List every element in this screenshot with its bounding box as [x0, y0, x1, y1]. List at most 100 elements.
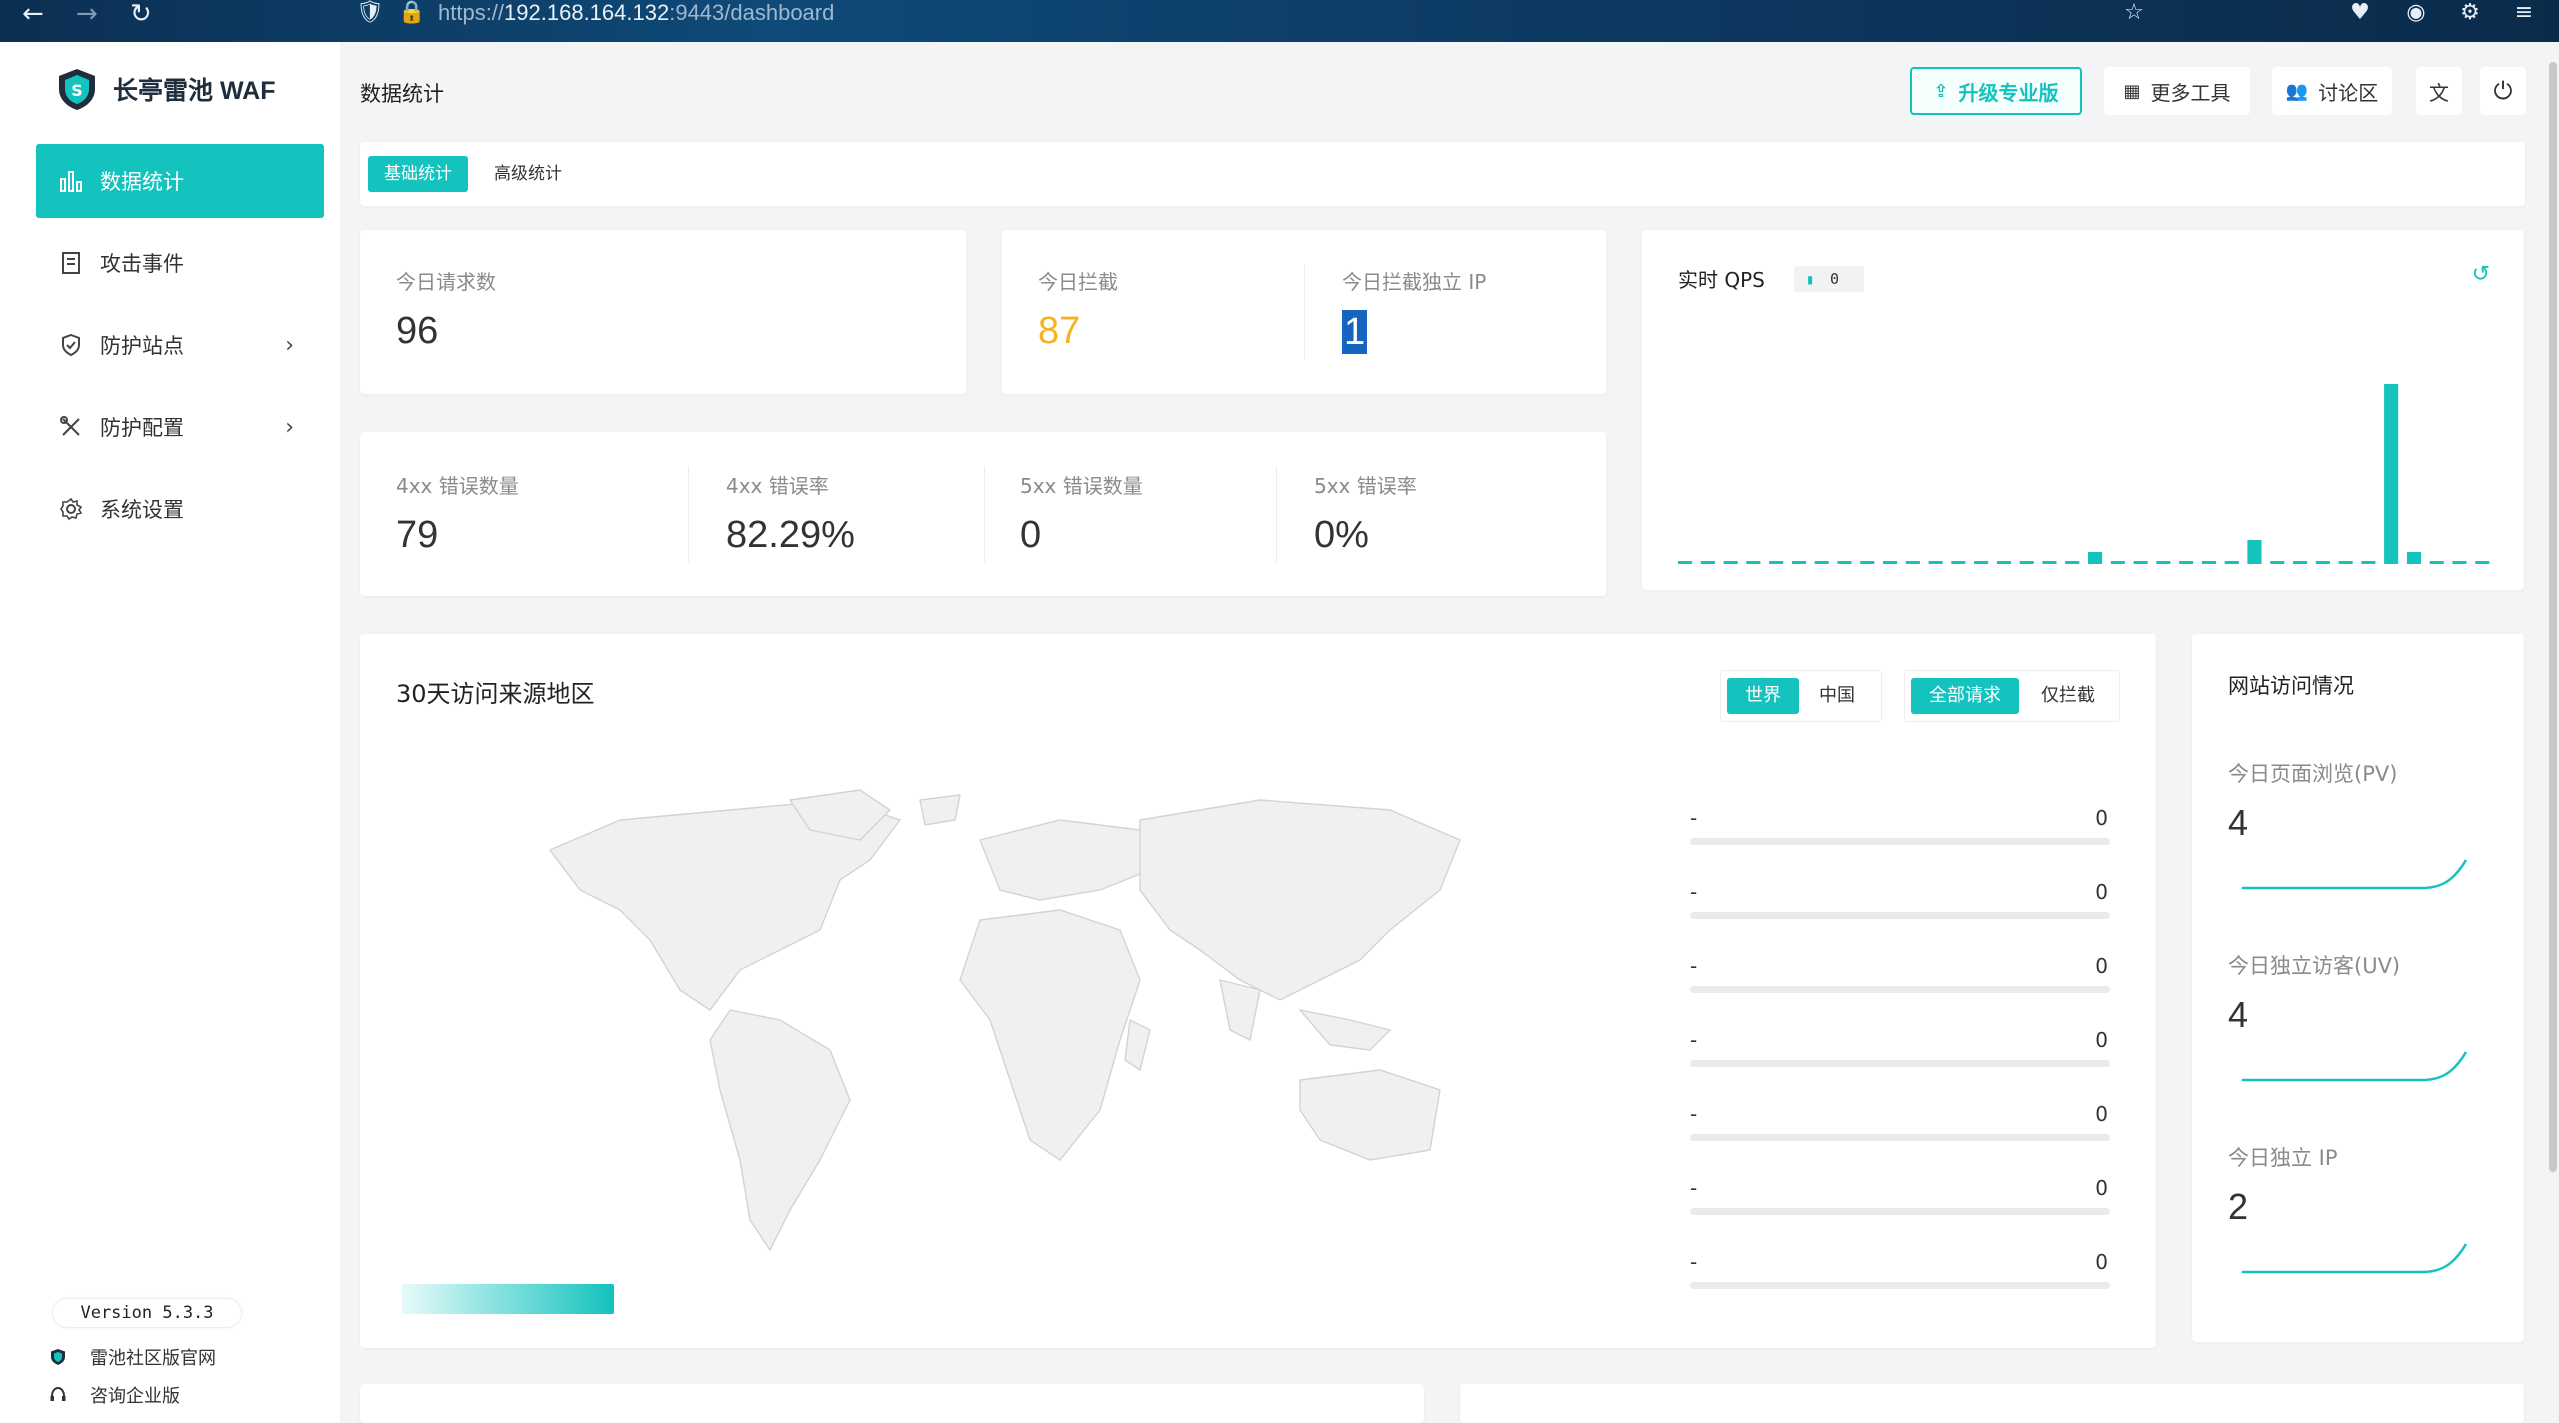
- list-item: - 0: [1690, 1250, 2110, 1290]
- bookmark-star-icon[interactable]: ☆: [2118, 0, 2150, 28]
- filter-all-option[interactable]: 全部请求: [1911, 678, 2019, 714]
- gear-icon: [58, 496, 84, 522]
- rank-bar: [1690, 986, 2110, 993]
- qps-title: 实时 QPS: [1678, 268, 1765, 292]
- rank-name: -: [1690, 1250, 1698, 1274]
- today-blocked-value: 87: [1038, 310, 1081, 352]
- qps-bar: [2179, 561, 2194, 564]
- pocket-icon[interactable]: ♥: [2344, 0, 2376, 28]
- shield-outline-icon[interactable]: 🛡: [354, 0, 386, 28]
- divider: [1304, 264, 1305, 360]
- upgrade-label: 升级专业版: [1958, 80, 2059, 105]
- sidebar: S 长亭雷池 WAF 数据统计 攻击事件 防护站点 › 防护配置 › 系统设置 …: [0, 42, 340, 1423]
- rank-bar: [1690, 1060, 2110, 1067]
- qps-bar: [1791, 561, 1806, 564]
- rank-name: -: [1690, 1176, 1698, 1200]
- qps-bar: [1769, 561, 1784, 564]
- qps-bar: [1837, 561, 1852, 564]
- region-world-option[interactable]: 世界: [1727, 678, 1799, 714]
- sidebar-item-protection-config[interactable]: 防护配置 ›: [36, 390, 324, 464]
- upgrade-pro-button[interactable]: ⇪ 升级专业版: [1910, 67, 2082, 115]
- rank-bar: [1690, 1134, 2110, 1141]
- sidebar-item-attack-events[interactable]: 攻击事件: [36, 226, 324, 300]
- app-logo[interactable]: S 长亭雷池 WAF: [55, 67, 276, 111]
- list-item: - 0: [1690, 880, 2110, 920]
- qps-bar: [2361, 561, 2376, 564]
- pv-value: 4: [2228, 802, 2249, 843]
- qps-bar: [2338, 561, 2353, 564]
- refresh-history-icon[interactable]: ↺: [2472, 262, 2490, 287]
- list-item: - 0: [1690, 1102, 2110, 1142]
- enterprise-consult-label: 咨询企业版: [90, 1386, 180, 1407]
- qps-bar: [2247, 540, 2262, 564]
- list-item: - 0: [1690, 1176, 2110, 1216]
- enterprise-consult-link[interactable]: 咨询企业版: [48, 1382, 180, 1408]
- qps-current-value: 0: [1830, 270, 1840, 288]
- community-site-link[interactable]: 雷池社区版官网: [48, 1344, 216, 1370]
- ip-sparkline: [2242, 1243, 2468, 1274]
- region-china-option[interactable]: 中国: [1801, 678, 1873, 714]
- rank-bar: [1690, 1282, 2110, 1289]
- filter-toggle: 全部请求 仅拦截: [1904, 670, 2120, 722]
- lock-icon[interactable]: 🔒: [396, 0, 428, 28]
- sidebar-item-protected-sites[interactable]: 防护站点 ›: [36, 308, 324, 382]
- qps-bar: [2110, 561, 2125, 564]
- document-icon: [58, 250, 84, 276]
- sidebar-item-system-settings[interactable]: 系统设置: [36, 472, 324, 546]
- site-access-card: 网站访问情况 今日页面浏览(PV) 4 今日独立访客(UV) 4 今日独立 IP…: [2192, 634, 2524, 1342]
- list-item: - 0: [1690, 806, 2110, 846]
- qps-bar: [1700, 561, 1715, 564]
- pv-label: 今日页面浏览(PV): [2228, 762, 2398, 786]
- apps-icon: ▦: [2123, 80, 2141, 102]
- list-item: - 0: [1690, 1028, 2110, 1068]
- language-button[interactable]: 文: [2416, 67, 2462, 115]
- rank-bar: [1690, 912, 2110, 919]
- rank-name: -: [1690, 1028, 1698, 1052]
- sidebar-item-label: 防护配置: [100, 416, 184, 440]
- account-icon[interactable]: ◉: [2400, 0, 2432, 28]
- qps-bar: [1860, 561, 1875, 564]
- page-scrollbar[interactable]: [2549, 62, 2557, 1172]
- more-tools-button[interactable]: ▦ 更多工具: [2104, 67, 2250, 115]
- map-legend-gradient: [402, 1284, 614, 1314]
- qps-bar: [2088, 552, 2103, 564]
- forum-button[interactable]: 👥 讨论区: [2272, 67, 2392, 115]
- qps-bar: [2270, 561, 2285, 564]
- tab-basic-stats[interactable]: 基础统计: [368, 156, 468, 192]
- sidebar-item-dashboard[interactable]: 数据统计: [36, 144, 324, 218]
- pv-sparkline: [2242, 859, 2468, 890]
- logout-button[interactable]: ⏻: [2480, 67, 2526, 115]
- extensions-icon[interactable]: ⚙: [2454, 0, 2486, 28]
- chevron-right-icon: ›: [285, 414, 294, 440]
- logout-icon: ⏻: [2493, 77, 2513, 105]
- shield-icon: [58, 332, 84, 358]
- qps-bar: [2293, 561, 2308, 564]
- tab-advanced-stats[interactable]: 高级统计: [478, 156, 578, 192]
- forward-icon[interactable]: →: [76, 0, 98, 28]
- geo-source-card: 30天访问来源地区 世界 中国 全部请求 仅拦截 - 0 - 0 - 0 - 0…: [360, 634, 2156, 1348]
- rank-bar: [1690, 1208, 2110, 1215]
- stats-tabs: 基础统计 高级统计: [360, 142, 2525, 206]
- back-icon[interactable]: ←: [22, 0, 44, 28]
- divider: [1276, 466, 1277, 562]
- realtime-qps-card: 实时 QPS ▮ 0 ↺: [1642, 230, 2524, 590]
- shield-small-icon: [48, 1347, 68, 1367]
- today-requests-value: 96: [396, 310, 439, 352]
- world-map: [548, 789, 1461, 1252]
- rank-name: -: [1690, 806, 1698, 830]
- reload-icon[interactable]: ↻: [130, 0, 152, 28]
- page-title: 数据统计: [360, 82, 444, 106]
- mini-bar-icon: ▮: [1806, 272, 1815, 288]
- today-requests-card: 今日请求数 96: [360, 230, 966, 394]
- err4xx-rate-label: 4xx 错误率: [726, 474, 829, 498]
- today-requests-label: 今日请求数: [396, 270, 496, 294]
- headset-icon: [48, 1385, 68, 1405]
- region-toggle: 世界 中国: [1720, 670, 1882, 722]
- filter-blocked-option[interactable]: 仅拦截: [2023, 678, 2113, 714]
- rank-value: 0: [2095, 1102, 2108, 1126]
- chevron-right-icon: ›: [285, 332, 294, 358]
- address-bar[interactable]: https://192.168.164.132:9443/dashboard: [438, 0, 834, 28]
- sidebar-item-label: 系统设置: [100, 498, 184, 522]
- menu-icon[interactable]: ≡: [2508, 0, 2540, 28]
- list-item: - 0: [1690, 954, 2110, 994]
